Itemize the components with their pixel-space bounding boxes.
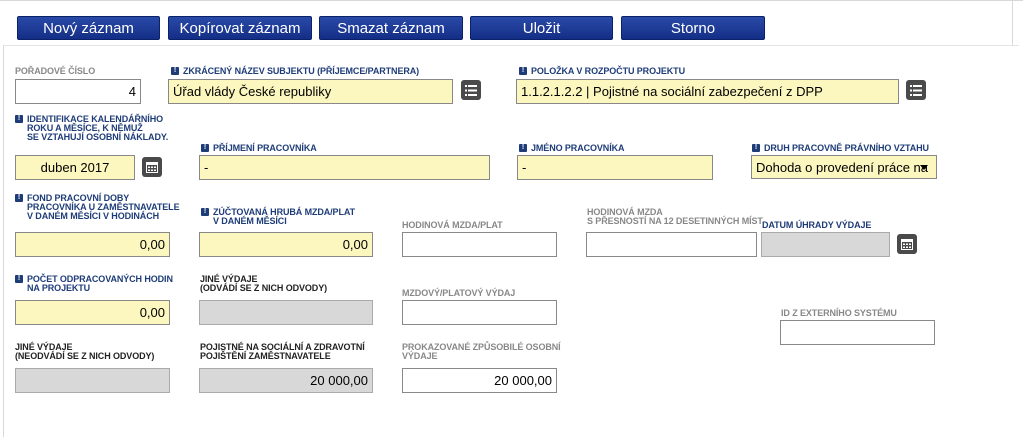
delete-record-button[interactable]: Smazat záznam [319,16,463,40]
required-icon: ! [519,67,527,75]
datum-uhrady-field [761,232,890,257]
chevron-down-icon [920,165,928,170]
required-icon: ! [519,144,527,152]
jmeno-field[interactable]: - [517,155,713,180]
required-icon: ! [15,275,23,283]
jine-vydaje-neodvadi-field [15,368,170,393]
hodinova-mzda-label: HODINOVÁ MZDA/PLAT [402,220,503,230]
hruba-mzda-label: ! ZÚČTOVANÁ HRUBÁ MZDA/PLAT V DANÉM MĚSÍC… [201,208,355,226]
polozka-rozpoctu-field[interactable]: 1.1.2.1.2.2 | Pojistné na sociální zabez… [516,79,899,104]
poradove-cislo-label: POŘADOVÉ ČÍSLO [15,66,96,76]
prokazovane-field[interactable]: 20 000,00 [402,368,557,393]
required-icon: ! [15,194,23,202]
identifikace-roku-field[interactable]: duben 2017 [15,155,135,180]
toolbar-right-border [1012,0,1013,45]
druh-vztahu-value: Dohoda o provedení práce na [756,159,929,175]
pocet-hodin-label-line2: NA PROJEKTU [27,283,91,293]
required-icon: ! [201,144,209,152]
list-icon[interactable] [906,80,926,100]
new-record-button[interactable]: Nový záznam [17,16,160,40]
id-externiho-field[interactable] [780,320,935,345]
required-icon: ! [752,144,760,152]
druh-vztahu-label: ! DRUH PRACOVNĚ PRÁVNÍHO VZTAHU [752,144,929,153]
jine-vydaje-odvadi-field [199,300,373,325]
mzdovy-vydaj-label: MZDOVÝ/PLATOVÝ VÝDAJ [402,288,516,298]
hruba-mzda-label-line2: V DANÉM MĚSÍCI [213,216,287,226]
toolbar-top-border [0,0,1023,1]
prijmeni-label: ! PŘÍJMENÍ PRACOVNÍKA [201,144,317,153]
prijmeni-field[interactable]: - [199,155,490,180]
fond-doby-label: ! FOND PRACOVNÍ DOBY PRACOVNÍKA U ZAMĚSTN… [15,194,180,221]
jmeno-label: ! JMÉNO PRACOVNÍKA [519,143,625,153]
jine-vydaje-odvadi-label-line2: (ODVÁDÍ SE Z NICH ODVODY) [200,283,328,293]
jmeno-label-text: JMÉNO PRACOVNÍKA [531,143,625,153]
jine-vydaje-neodvadi-label-line2: (NEODVÁDÍ SE Z NICH ODVODY) [15,351,155,361]
list-icon[interactable] [461,80,481,100]
calendar-icon[interactable] [897,234,917,254]
prokazovane-label: PROKAZOVANÉ ZPŮSOBILÉ OSOBNÍ VÝDAJE [402,343,561,361]
fond-doby-label-line3: V DANÉM MĚSÍCI V HODINÁCH [27,211,160,221]
poradove-cislo-field[interactable]: 4 [15,79,141,104]
pocet-hodin-label: ! POČET ODPRACOVANÝCH HODIN NA PROJEKTU [15,275,173,293]
pojistne-label: POJISTNÉ NA SOCIÁLNÍ A ZDRAVOTNÍ POJIŠTĚ… [200,343,365,361]
required-icon: ! [171,67,179,75]
save-button[interactable]: Uložit [470,16,613,40]
pojistne-label-line2: POJIŠTĚNÍ ZAMĚSTNAVATELE [200,351,331,361]
hodinova-mzda-12-field[interactable] [586,232,757,257]
polozka-rozpoctu-label-text: POLOŽKA V ROZPOČTU PROJEKTU [531,66,685,76]
fond-doby-field[interactable]: 0,00 [15,232,170,257]
calendar-icon[interactable] [142,157,162,177]
polozka-rozpoctu-label: ! POLOŽKA V ROZPOČTU PROJEKTU [519,67,685,76]
prijmeni-label-text: PŘÍJMENÍ PRACOVNÍKA [213,143,317,153]
identifikace-roku-label: ! IDENTIFIKACE KALENDÁŘNÍHO ROKU A MĚSÍCE… [15,115,168,142]
toolbar: Nový záznam Kopírovat záznam Smazat zázn… [0,0,1023,45]
hruba-mzda-field[interactable]: 0,00 [199,232,373,257]
required-icon: ! [201,208,209,216]
nazev-subjektu-field[interactable]: Úřad vlády České republiky [168,79,453,104]
nazev-subjektu-label: ! ZKRÁCENÝ NÁZEV SUBJEKTU (PŘÍJEMCE/PARTN… [171,67,419,76]
druh-vztahu-label-text: DRUH PRACOVNĚ PRÁVNÍHO VZTAHU [764,143,929,153]
hodinova-mzda-12-label: HODINOVÁ MZDA S PŘESNOSTÍ NA 12 DESETINN… [587,208,763,226]
jine-vydaje-neodvadi-label: JINÉ VÝDAJE (NEODVÁDÍ SE Z NICH ODVODY) [15,343,154,361]
id-externiho-label: ID Z EXTERNÍHO SYSTÉMU [781,308,897,318]
required-icon: ! [15,115,23,123]
hodinova-mzda-12-label-line2: S PŘESNOSTÍ NA 12 DESETINNÝCH MÍST [587,216,763,226]
pocet-hodin-field[interactable]: 0,00 [15,300,170,325]
hodinova-mzda-field[interactable] [402,232,557,257]
pojistne-field: 20 000,00 [199,368,373,393]
datum-uhrady-label: DATUM ÚHRADY VÝDAJE [762,220,872,230]
cancel-button[interactable]: Storno [621,16,765,40]
nazev-subjektu-label-text: ZKRÁCENÝ NÁZEV SUBJEKTU (PŘÍJEMCE/PARTNE… [183,66,420,76]
jine-vydaje-odvadi-label: JINÉ VÝDAJE (ODVÁDÍ SE Z NICH ODVODY) [200,275,327,293]
prokazovane-label-line2: VÝDAJE [402,351,438,361]
druh-vztahu-select[interactable]: Dohoda o provedení práce na [751,155,937,179]
identifikace-roku-label-line3: SE VZTAHUJÍ OSOBNÍ NÁKLADY. [27,132,169,142]
copy-record-button[interactable]: Kopírovat záznam [168,16,312,40]
mzdovy-vydaj-field[interactable] [402,300,557,325]
